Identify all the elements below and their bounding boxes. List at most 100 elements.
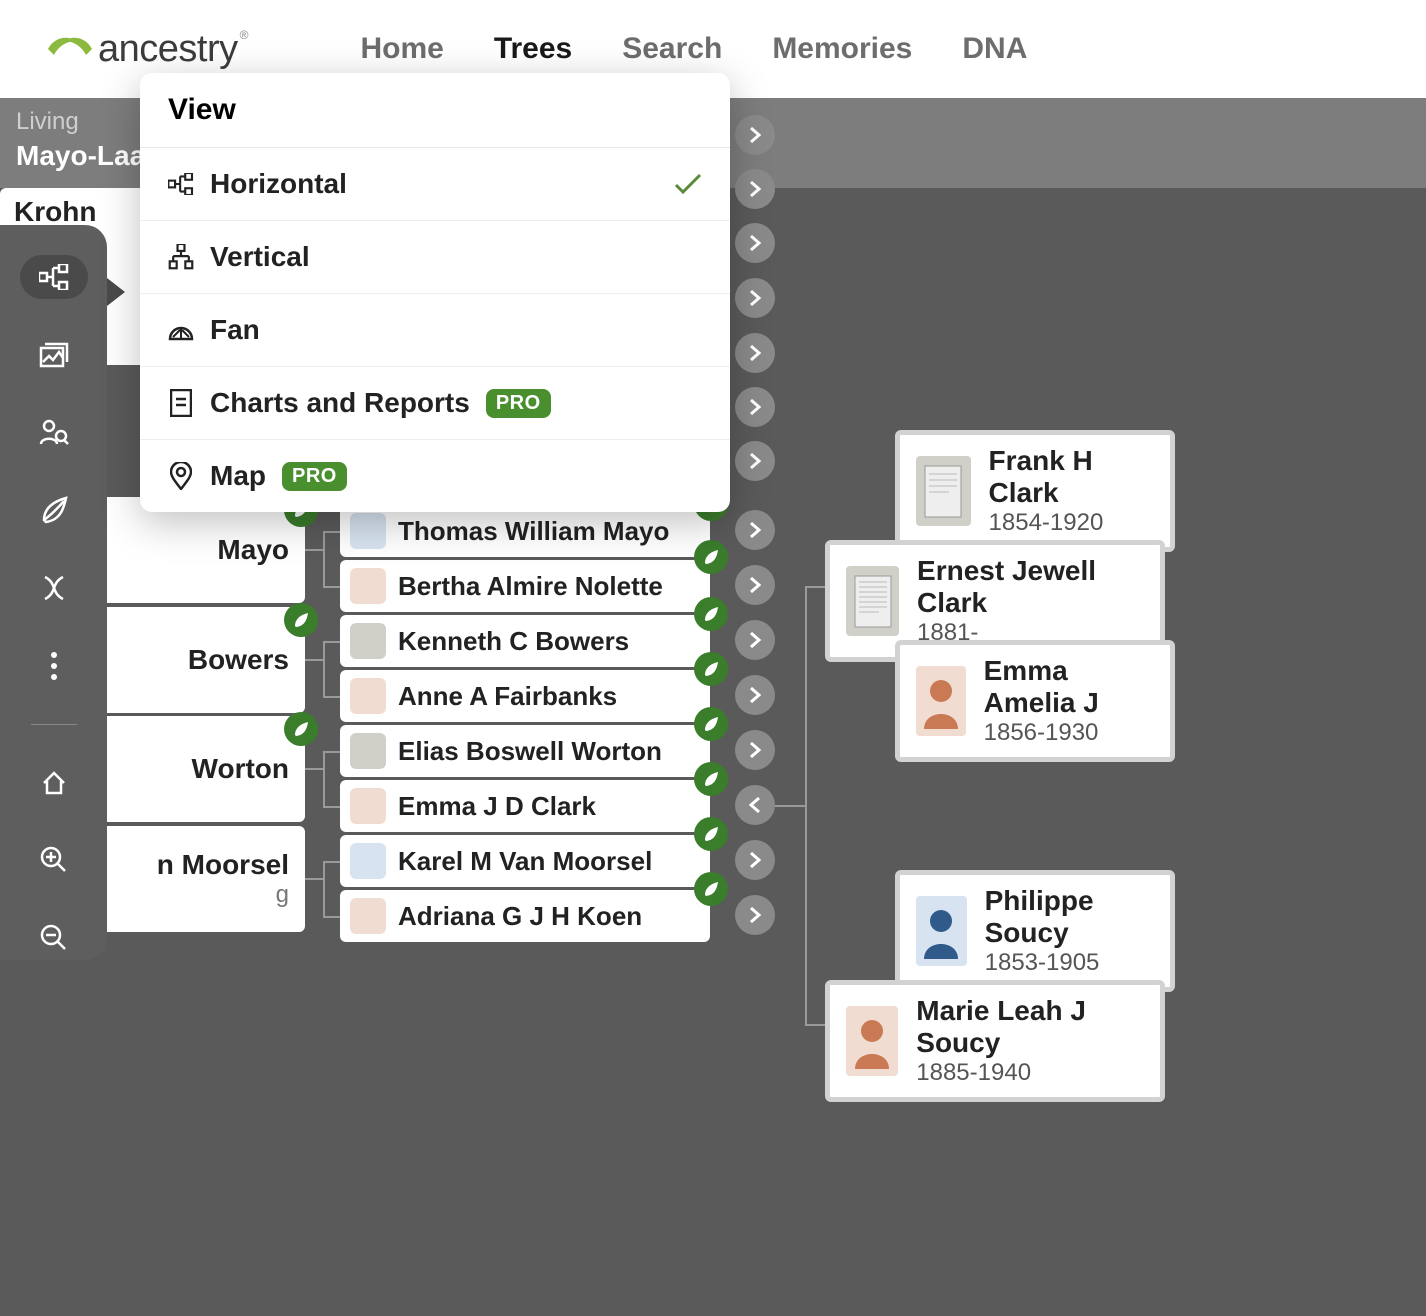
person-name: Kenneth C Bowers	[398, 626, 629, 657]
expand-button[interactable]	[735, 565, 775, 605]
avatar-icon	[350, 733, 386, 769]
ancestry-leaf-icon	[46, 31, 94, 67]
hint-leaf-icon[interactable]	[694, 707, 728, 741]
connector	[323, 531, 340, 533]
hint-leaf-icon[interactable]	[694, 597, 728, 631]
avatar-icon	[846, 1006, 898, 1076]
nav-search[interactable]: Search	[622, 32, 722, 66]
hint-leaf-icon[interactable]	[694, 817, 728, 851]
person-row-kenneth[interactable]: Kenneth C Bowers	[340, 615, 710, 667]
person-name: Frank H Clark	[989, 445, 1154, 509]
person-name: Elias Boswell Worton	[398, 736, 662, 767]
left-toolbar	[0, 225, 107, 960]
person-row-bertha[interactable]: Bertha Almire Nolette	[340, 560, 710, 612]
view-vertical[interactable]: Vertical	[140, 221, 730, 294]
expand-button[interactable]	[735, 387, 775, 427]
hint-leaf-icon[interactable]	[284, 603, 318, 637]
toolbar-divider	[31, 724, 77, 725]
horizontal-tree-icon	[168, 173, 194, 195]
expand-button[interactable]	[735, 441, 775, 481]
avatar-icon	[916, 896, 967, 966]
person-row-elias[interactable]: Elias Boswell Worton	[340, 725, 710, 777]
home-button[interactable]	[20, 761, 88, 805]
expand-button[interactable]	[735, 730, 775, 770]
hint-leaf-icon[interactable]	[284, 712, 318, 746]
registered-mark: ®	[240, 28, 249, 42]
avatar-icon	[350, 678, 386, 714]
expand-button[interactable]	[735, 333, 775, 373]
connector	[305, 659, 323, 661]
zoom-in-button[interactable]	[20, 838, 88, 882]
person-row-adriana[interactable]: Adriana G J H Koen	[340, 890, 710, 942]
connector	[323, 861, 340, 863]
connector	[305, 768, 323, 770]
nav-memories[interactable]: Memories	[772, 32, 912, 66]
person-search-icon	[39, 418, 69, 448]
view-tree-button[interactable]	[20, 255, 88, 299]
expand-button[interactable]	[735, 115, 775, 155]
connector	[323, 586, 340, 588]
connector	[323, 641, 340, 643]
dna-button[interactable]	[20, 566, 88, 610]
person-name: Emma Amelia J	[984, 655, 1154, 719]
person-name: Philippe Soucy	[985, 885, 1154, 949]
zoom-out-button[interactable]	[20, 916, 88, 960]
connector	[305, 878, 323, 880]
person-row-thomas[interactable]: Thomas William Mayo	[340, 505, 710, 557]
nav-links: Home Trees Search Memories DNA	[360, 32, 1027, 66]
brand-logo[interactable]: ancestry®	[46, 28, 250, 71]
person-card-marie[interactable]: Marie Leah J Soucy 1885-1940	[825, 980, 1165, 1102]
expand-button[interactable]	[735, 620, 775, 660]
nav-home[interactable]: Home	[360, 32, 443, 66]
expand-button[interactable]	[735, 675, 775, 715]
view-horizontal[interactable]: Horizontal	[140, 148, 730, 221]
media-button[interactable]	[20, 333, 88, 377]
more-vertical-icon	[50, 651, 58, 681]
person-card-emma-a[interactable]: Emma Amelia J 1856-1930	[895, 640, 1175, 762]
hint-leaf-icon[interactable]	[694, 652, 728, 686]
brand-name: ancestry	[98, 28, 238, 71]
person-name: Bertha Almire Nolette	[398, 571, 663, 602]
hint-leaf-icon[interactable]	[694, 762, 728, 796]
view-map[interactable]: Map PRO	[140, 440, 730, 512]
avatar-icon	[916, 666, 966, 736]
nav-trees[interactable]: Trees	[494, 32, 572, 66]
pro-badge: PRO	[282, 462, 347, 491]
hint-leaf-icon[interactable]	[694, 872, 728, 906]
person-name: Thomas William Mayo	[398, 516, 669, 547]
person-row-anne[interactable]: Anne A Fairbanks	[340, 670, 710, 722]
person-dates: 1856-1930	[984, 719, 1154, 747]
expand-button[interactable]	[735, 169, 775, 209]
collapse-button[interactable]	[735, 785, 775, 825]
expand-button[interactable]	[735, 278, 775, 318]
person-search-button[interactable]	[20, 411, 88, 455]
avatar-icon	[350, 623, 386, 659]
expand-button[interactable]	[735, 510, 775, 550]
person-card-frank[interactable]: Frank H Clark 1854-1920	[895, 430, 1175, 552]
person-dates: 1885-1940	[916, 1059, 1144, 1087]
toolbar-pointer	[107, 278, 125, 306]
person-name: Ernest Jewell Clark	[917, 555, 1144, 619]
person-name: Adriana G J H Koen	[398, 901, 642, 932]
connector	[305, 549, 323, 551]
view-reports[interactable]: Charts and Reports PRO	[140, 367, 730, 440]
tree-view-icon	[39, 264, 69, 290]
nav-dna[interactable]: DNA	[962, 32, 1027, 66]
expand-button[interactable]	[735, 895, 775, 935]
person-dates: 1853-1905	[985, 949, 1154, 977]
person-row-emma[interactable]: Emma J D Clark	[340, 780, 710, 832]
dropdown-item-label: Horizontal	[210, 168, 347, 200]
connector	[323, 751, 340, 753]
person-row-karel[interactable]: Karel M Van Moorsel	[340, 835, 710, 887]
expand-button[interactable]	[735, 840, 775, 880]
hint-leaf-icon[interactable]	[694, 540, 728, 574]
hints-button[interactable]	[20, 488, 88, 532]
avatar-icon	[350, 513, 386, 549]
more-button[interactable]	[20, 644, 88, 688]
expand-button[interactable]	[735, 223, 775, 263]
view-fan[interactable]: Fan	[140, 294, 730, 367]
person-card-philippe[interactable]: Philippe Soucy 1853-1905	[895, 870, 1175, 992]
person-name: Anne A Fairbanks	[398, 681, 617, 712]
connector	[323, 916, 340, 918]
fan-icon	[168, 319, 194, 341]
